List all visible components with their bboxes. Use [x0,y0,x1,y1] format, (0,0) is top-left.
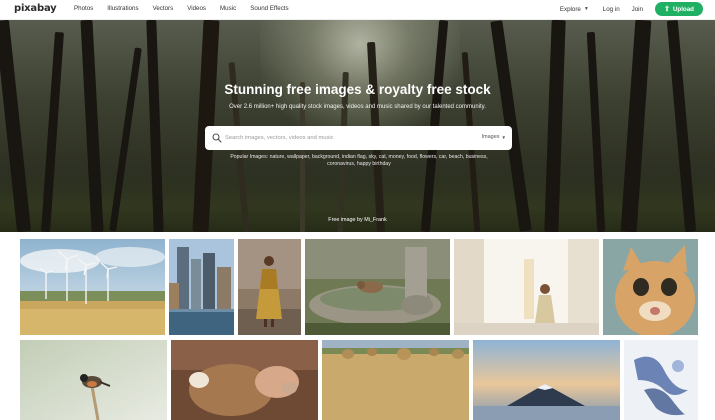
nav-link-music[interactable]: Music [220,5,236,12]
account-actions: Explore ▼ Log in Join ⇧ Upload [560,2,703,16]
hero-image-credit[interactable]: Free image by Mi_Frank [0,217,715,223]
search-icon[interactable] [212,133,222,143]
chipmunk-fountain-photo[interactable] [305,239,450,335]
surprised-cat-photo[interactable] [603,239,698,335]
wind-turbines-photo[interactable] [20,239,165,335]
search-input[interactable] [225,130,465,146]
join-link[interactable]: Join [632,6,643,13]
hay-bales-photo[interactable] [322,340,469,420]
pixabay-homepage: pixabay Photos Illustrations Vectors Vid… [0,0,715,420]
hero-subtitle: Over 2.6 million+ high quality stock ima… [229,104,486,110]
search-bar: Images ▼ [205,126,512,150]
city-skyline-photo[interactable] [169,239,234,335]
login-link[interactable]: Log in [603,6,620,13]
category-links: Photos Illustrations Vectors Videos Musi… [74,5,303,12]
search-scope-label: Images [481,134,500,140]
explore-label: Explore [559,5,581,13]
popular-searches: Popular Images: nature, wallpaper, backg… [218,154,500,168]
hero-title: Stunning free images & royalty free stoc… [224,82,491,97]
calf-cow-photo[interactable] [171,340,318,420]
nav-link-photos[interactable]: Photos [74,5,93,12]
woman-street-photo[interactable] [238,239,301,335]
popular-label: Popular Images: [230,154,269,160]
chevron-down-icon: ▼ [501,134,506,140]
top-navigation: pixabay Photos Illustrations Vectors Vid… [0,0,715,20]
pixabay-logo[interactable]: pixabay [14,3,57,14]
nav-link-sound-effects[interactable]: Sound Effects [250,5,288,12]
nav-link-vectors[interactable]: Vectors [153,5,174,12]
mount-fuji-photo[interactable] [473,340,620,420]
explore-menu[interactable]: Explore ▼ [560,6,589,13]
upload-label: Upload [672,5,694,13]
popular-terms[interactable]: nature, wallpaper, background, indian fl… [270,154,488,167]
upload-button[interactable]: ⇧ Upload [655,2,703,16]
girl-hallway-photo[interactable] [454,239,599,335]
blue-ink-photo[interactable] [624,340,698,420]
nav-link-illustrations[interactable]: Illustrations [107,5,138,12]
stonechat-bird-photo[interactable] [20,340,167,420]
nav-link-videos[interactable]: Videos [187,5,206,12]
upload-icon: ⇧ [664,6,670,13]
hero-banner: Stunning free images & royalty free stoc… [0,20,715,232]
search-scope-select[interactable]: Images ▼ [481,134,506,140]
chevron-down-icon: ▼ [583,6,589,12]
